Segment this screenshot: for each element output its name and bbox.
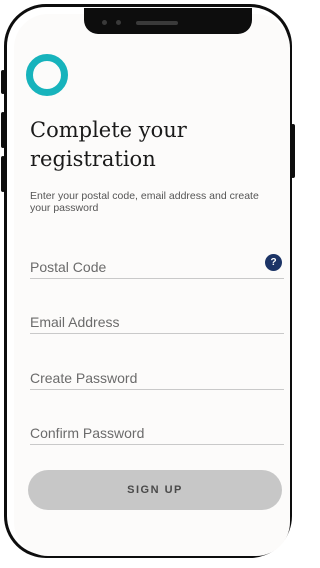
page-title: Complete your registration: [30, 118, 187, 171]
create-password-placeholder: Create Password: [30, 370, 138, 386]
confirm-password-placeholder: Confirm Password: [30, 425, 145, 441]
sensor-icon: [116, 20, 121, 25]
postal-code-placeholder: Postal Code: [30, 259, 107, 275]
brand-logo-icon: [26, 54, 68, 96]
create-password-field[interactable]: Create Password: [30, 365, 284, 390]
page-subtitle: Enter your postal code, email address an…: [30, 190, 259, 214]
phone-mute-switch: [1, 70, 5, 94]
speaker-grille: [136, 21, 178, 25]
phone-notch: [84, 8, 252, 34]
sign-up-button[interactable]: SIGN UP: [28, 470, 282, 510]
confirm-password-field[interactable]: Confirm Password: [30, 420, 284, 445]
postal-code-field[interactable]: Postal Code ?: [30, 254, 284, 279]
email-address-field[interactable]: Email Address: [30, 309, 284, 334]
phone-power-button: [291, 124, 295, 178]
email-address-placeholder: Email Address: [30, 314, 120, 330]
phone-volume-down-button: [1, 156, 5, 192]
question-mark-icon[interactable]: ?: [265, 254, 282, 271]
camera-icon: [102, 20, 107, 25]
phone-volume-up-button: [1, 112, 5, 148]
